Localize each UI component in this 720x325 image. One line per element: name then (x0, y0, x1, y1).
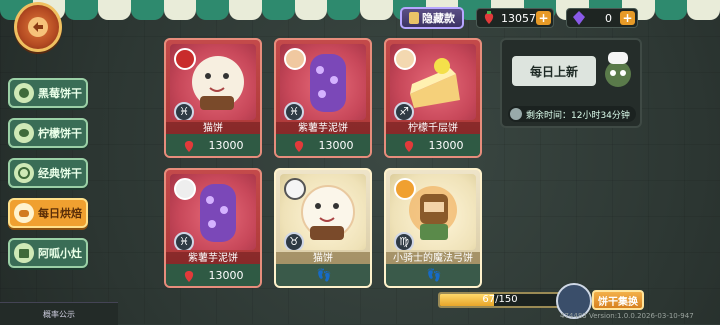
cookie-price: 13000 (276, 134, 370, 156)
zodiac-pisces-icon: ♓ (284, 102, 304, 120)
strawberry-icon (184, 270, 193, 282)
cookie-owned-indicator: 👣 (386, 264, 480, 286)
footprint-icon: 👣 (316, 268, 332, 282)
cookie-icon (14, 163, 34, 183)
sidebar-item-stove[interactable]: 阿呱小灶 (8, 238, 88, 268)
strawberry-currency: 13057 + (476, 8, 554, 28)
daily-new-panel: 每日上新 剩余时间：12小时34分钟 (500, 38, 642, 128)
avatar (394, 178, 416, 200)
footprint-icon: 👣 (426, 268, 442, 282)
cookie-card[interactable]: ♓ 紫薯芋泥饼 13000 (164, 168, 262, 288)
sidebar-item-label: 阿呱小灶 (38, 247, 82, 260)
crystal-currency: 0 + (566, 8, 638, 28)
price-value: 13000 (208, 138, 244, 152)
cookie-price: 13000 (166, 134, 260, 156)
cookie-card[interactable]: ♓ 猫饼 13000 (164, 38, 262, 158)
lemon-icon (14, 123, 34, 143)
price-value: 13000 (318, 138, 354, 152)
scroll-icon (409, 12, 419, 24)
hidden-edition-label: 隐藏款 (422, 12, 455, 25)
cookie-card-owned[interactable]: ♍ 小骑士的魔法弓饼 👣 (384, 168, 482, 288)
cookie-owned-indicator: 👣 (276, 264, 370, 286)
cookie-art: ♉ (280, 174, 366, 250)
back-medallion-button[interactable] (14, 2, 62, 52)
sidebar-item-label: 每日烘焙 (38, 207, 82, 220)
add-strawberry-button[interactable]: + (536, 11, 551, 25)
strawberry-icon (484, 11, 494, 24)
chef-mascot-icon (605, 52, 631, 87)
blackberry-icon (14, 83, 34, 103)
avatar (174, 48, 196, 70)
sidebar-item-blackberry[interactable]: 黑莓饼干 (8, 78, 88, 108)
sidebar-item-classic[interactable]: 经典饼干 (8, 158, 88, 188)
crystal-icon (573, 11, 585, 25)
probability-disclosure-tab[interactable]: 概率公示 (0, 302, 118, 325)
bread-icon (14, 203, 34, 223)
zodiac-sagittarius-icon: ♐ (394, 102, 414, 120)
sidebar-item-label: 黑莓饼干 (38, 87, 82, 100)
sidebar-item-label: 经典饼干 (38, 167, 82, 180)
cookie-art: ♍ (390, 174, 476, 250)
add-crystal-button[interactable]: + (620, 11, 635, 25)
strawberry-icon (294, 140, 303, 152)
avatar (394, 48, 416, 70)
avatar (284, 178, 306, 200)
crystal-count: 0 (605, 11, 612, 25)
sidebar-item-label: 柠檬饼干 (38, 127, 82, 140)
remaining-time-text: 剩余时间：12小时34分钟 (526, 110, 630, 121)
price-value: 13000 (428, 138, 464, 152)
cookie-card[interactable]: ♓ 紫薯芋泥饼 13000 (274, 38, 372, 158)
avatar (174, 178, 196, 200)
cookie-art: ♐ (390, 44, 476, 120)
sidebar: 黑莓饼干 柠檬饼干 经典饼干 每日烘焙 阿呱小灶 (8, 78, 88, 278)
cookie-price: 13000 (386, 134, 480, 156)
hidden-edition-button[interactable]: 隐藏款 (400, 7, 464, 29)
price-value: 13000 (208, 268, 244, 282)
cookie-exchange-button[interactable]: 饼干集换 (592, 290, 644, 310)
zodiac-virgo-icon: ♍ (394, 232, 414, 250)
sidebar-item-lemon[interactable]: 柠檬饼干 (8, 118, 88, 148)
progress-text: 67/150 (482, 294, 518, 305)
collection-progress-bar: 67/150 (438, 292, 562, 308)
cookie-art: ♓ (170, 44, 256, 120)
version-text: 474483 Version:1.0.0.2026-03-10-947 (560, 312, 694, 320)
zodiac-pisces-icon: ♓ (174, 232, 194, 250)
strawberry-icon (184, 140, 193, 152)
avatar (284, 48, 306, 70)
sidebar-item-daily-bake[interactable]: 每日烘焙 (8, 198, 88, 228)
zodiac-taurus-icon: ♉ (284, 232, 304, 250)
strawberry-icon (404, 140, 413, 152)
cookie-card-owned[interactable]: ♉ 猫饼 👣 (274, 168, 372, 288)
stove-icon (14, 243, 34, 263)
cookie-card[interactable]: ♐ 柠檬千层饼 13000 (384, 38, 482, 158)
zodiac-pisces-icon: ♓ (174, 102, 194, 120)
strawberry-count: 13057 (501, 11, 536, 25)
clock-icon (510, 108, 522, 120)
return-arrow-icon (28, 17, 48, 37)
cookie-art: ♓ (280, 44, 366, 120)
remaining-time: 剩余时间：12小时34分钟 (508, 106, 636, 122)
daily-new-banner: 每日上新 (512, 56, 596, 86)
cookie-price: 13000 (166, 264, 260, 286)
cookie-art: ♓ (170, 174, 256, 250)
